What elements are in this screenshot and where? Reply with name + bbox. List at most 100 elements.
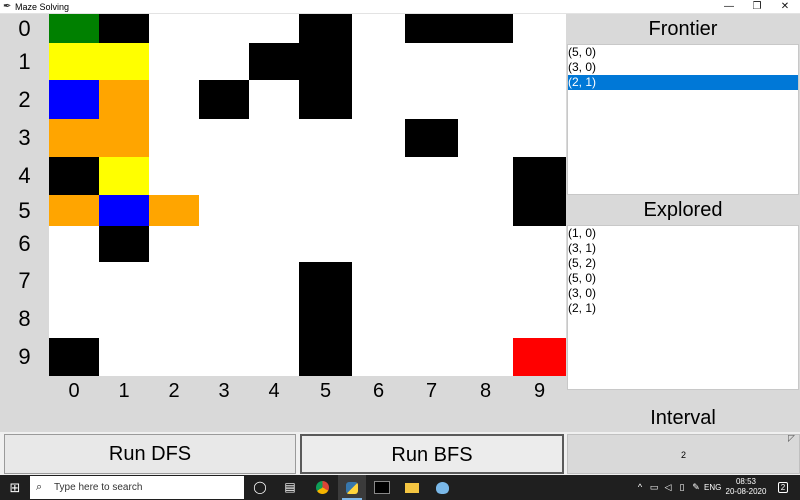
maze-cell-empty [199,195,249,226]
frontier-heading: Frontier [568,14,798,44]
maze-cell-empty [458,195,513,226]
row-label: 7 [18,268,31,293]
maze-cell-empty [149,80,199,119]
column-label: 6 [372,380,385,402]
run-bfs-button[interactable]: Run BFS [300,434,564,474]
maze-cell-empty [249,338,299,376]
frontier-listbox[interactable]: (5, 0) (3, 0) (2, 1) [567,44,799,195]
maze-cell-empty [49,262,99,300]
maze-cell-empty [405,43,458,80]
maze-cell-empty [249,14,299,43]
python-icon[interactable] [338,475,366,500]
explored-listbox[interactable]: (1, 0) (3, 1) (5, 2) (5, 0) (3, 0) (2, 1) [567,225,799,390]
column-label: 0 [68,380,80,402]
search-icon: ⌕ [36,481,43,493]
system-clock[interactable]: 08:53 20-08-2020 [722,477,770,497]
maze-cell-empty [149,262,199,300]
maze-cell-empty [352,157,405,195]
maze-panel: 0 1 2 3 4 5 6 7 8 9 0 1 2 3 4 5 6 7 8 9 [0,14,566,432]
maze-cell-empty [513,119,566,157]
list-item[interactable]: (2, 1) [568,301,798,316]
maze-cell-empty [352,195,405,226]
battery-icon[interactable]: ▯ [676,475,688,500]
list-item[interactable]: (3, 0) [568,60,798,75]
chrome-icon[interactable] [308,475,336,500]
list-item[interactable]: (1, 0) [568,226,798,241]
run-dfs-button[interactable]: Run DFS [4,434,296,474]
interval-input[interactable]: 2 [567,434,800,474]
maze-cell-empty [458,338,513,376]
maze-cell-empty [352,338,405,376]
maze-cell-empty [299,157,352,195]
folder-icon[interactable] [398,475,426,500]
maximize-button[interactable]: ❐ [743,0,771,14]
maze-cell-explored [99,119,149,157]
maze-cell-explored [149,195,199,226]
taskbar-search-box[interactable]: ⌕ Type here to search [30,476,244,499]
maze-cell-wall [249,43,299,80]
maze-cell-empty [149,226,199,262]
maze-cell-empty [199,226,249,262]
maze-cell-empty [149,338,199,376]
resize-grip-icon: ◸ [788,433,795,443]
list-item[interactable]: (3, 1) [568,241,798,256]
volume-icon[interactable]: ◁ [662,475,674,500]
notification-count: 2 [777,482,789,493]
maze-cell-empty [149,14,199,43]
maze-cell-start [49,14,99,43]
maze-cell-current [49,80,99,119]
window-title: Maze Solving [15,2,70,12]
maze-cell-empty [199,300,249,338]
notification-center-icon[interactable]: 2 [772,475,794,500]
maze-cell-wall [299,14,352,43]
maze-cell-wall [405,14,458,43]
list-item[interactable]: (2, 1) [568,75,798,90]
task-view-icon[interactable]: ◯ [246,475,274,500]
maze-cell-empty [299,226,352,262]
explored-heading: Explored [568,195,798,225]
clock-date: 20-08-2020 [725,487,767,496]
file-explorer-icon[interactable]: ▤ [276,475,304,500]
maze-cell-empty [352,262,405,300]
maze-cell-empty [199,262,249,300]
maze-cell-wall [405,119,458,157]
language-indicator[interactable]: ENG [704,475,721,500]
column-label: 1 [118,380,130,402]
list-item[interactable]: (3, 0) [568,286,798,301]
maze-cell-empty [513,262,566,300]
maze-cell-empty [458,119,513,157]
maze-cell-wall [99,226,149,262]
windows-start-button[interactable]: ⊞ [0,475,30,500]
maze-cell-empty [249,157,299,195]
maze-cell-empty [352,119,405,157]
maze-cell-empty [513,80,566,119]
pen-icon[interactable]: ✎ [690,475,702,500]
maze-cell-empty [249,80,299,119]
maze-cell-empty [352,80,405,119]
maze-cell-wall [299,43,352,80]
column-label: 2 [168,380,180,402]
network-icon[interactable]: ▭ [648,475,660,500]
maze-cell-empty [249,226,299,262]
taskbar-search-placeholder: Type here to search [54,482,143,493]
paint-icon[interactable] [428,475,456,500]
interval-label: Interval [650,407,716,429]
close-button[interactable]: ✕ [771,0,799,14]
minimize-button[interactable]: — [715,0,743,14]
window-titlebar: ✒ Maze Solving — ❐ ✕ [0,0,800,14]
maze-cell-empty [405,226,458,262]
row-label: 2 [18,87,31,112]
row-label: 0 [18,16,31,41]
list-item[interactable]: (5, 0) [568,271,798,286]
list-item[interactable]: (5, 0) [568,45,798,60]
terminal-icon[interactable] [368,475,396,500]
maze-cell-empty [513,226,566,262]
maze-cell-empty [458,43,513,80]
maze-cell-empty [352,226,405,262]
maze-cell-empty [352,300,405,338]
maze-cell-explored [49,195,99,226]
chevron-up-icon[interactable]: ^ [634,475,646,500]
list-item[interactable]: (5, 2) [568,256,798,271]
windows-taskbar: ⊞ ⌕ Type here to search ◯ ▤ ^ ▭ ◁ ▯ ✎ EN… [0,475,800,500]
maze-cell-wall [299,262,352,300]
